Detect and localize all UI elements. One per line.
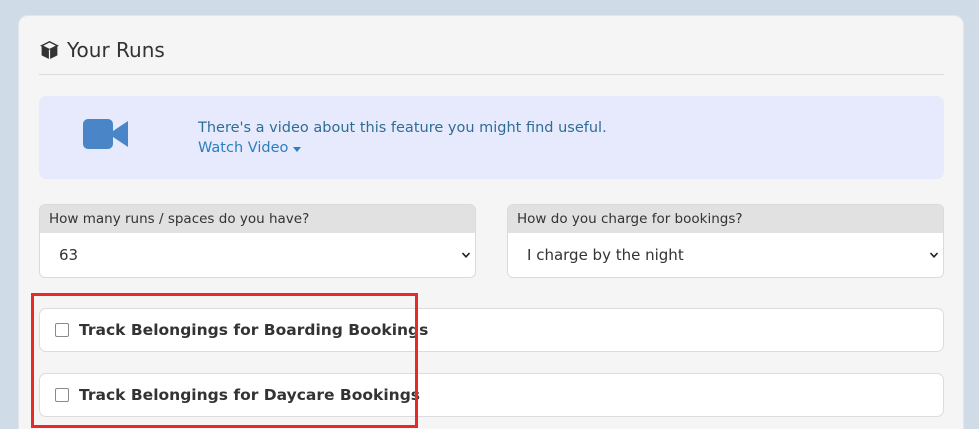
card-title: Your Runs (39, 38, 165, 62)
runs-count-value: 63 (59, 246, 79, 264)
video-camera-icon (83, 119, 128, 149)
runs-count-select[interactable]: 63 (40, 233, 475, 277)
watch-video-link[interactable]: Watch Video (198, 138, 302, 158)
cube-icon (40, 40, 59, 59)
caret-down-icon (293, 146, 302, 152)
chevron-down-icon (461, 252, 471, 258)
card-title-text: Your Runs (67, 38, 165, 62)
runs-count-label: How many runs / spaces do you have? (40, 205, 475, 233)
charge-method-label: How do you charge for bookings? (508, 205, 943, 233)
charge-method-field: How do you charge for bookings? I charge… (507, 204, 944, 278)
highlight-box (31, 293, 418, 428)
chevron-down-icon (929, 252, 939, 258)
title-divider (39, 74, 944, 75)
video-notice: There's a video about this feature you m… (39, 96, 944, 179)
runs-count-field: How many runs / spaces do you have? 63 (39, 204, 476, 278)
video-notice-text: There's a video about this feature you m… (198, 120, 607, 136)
watch-video-label: Watch Video (198, 140, 289, 156)
charge-method-value: I charge by the night (527, 246, 684, 264)
charge-method-select[interactable]: I charge by the night (508, 233, 943, 277)
